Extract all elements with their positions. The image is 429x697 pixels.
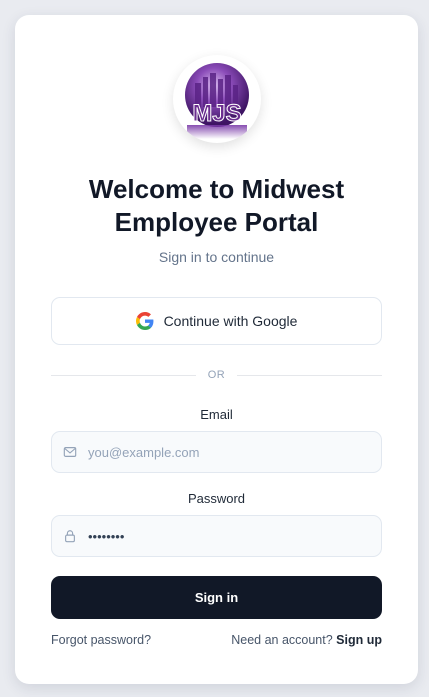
divider-line-right <box>237 374 382 376</box>
page-title: Welcome to Midwest Employee Portal <box>15 173 418 239</box>
google-signin-button[interactable]: Continue with Google <box>51 297 382 345</box>
or-divider: OR <box>51 367 382 383</box>
lock-icon <box>65 530 75 543</box>
signup-link[interactable]: Sign up <box>336 633 382 647</box>
divider-text: OR <box>207 369 226 381</box>
title-line-2: Employee Portal <box>114 207 319 237</box>
mail-icon <box>63 447 77 457</box>
password-label: Password <box>187 491 246 506</box>
logo-graphic: MJS <box>185 63 249 139</box>
email-label: Email <box>200 407 233 422</box>
forgot-password-link[interactable]: Forgot password? <box>51 633 151 647</box>
logo-text: MJS <box>192 100 241 127</box>
signup-prompt-text: Need an account? <box>231 633 333 647</box>
auth-footer: Forgot password? Need an account? Sign u… <box>51 631 382 649</box>
email-field-wrapper <box>51 431 382 473</box>
divider-line-left <box>51 374 196 376</box>
signin-button[interactable]: Sign in <box>51 576 382 619</box>
email-input[interactable] <box>88 432 373 472</box>
title-line-1: Welcome to Midwest <box>88 174 345 204</box>
page-subtitle: Sign in to continue <box>158 249 275 265</box>
google-signin-label: Continue with Google <box>163 313 298 329</box>
password-input[interactable] <box>88 516 373 556</box>
signup-prompt: Need an account? Sign up <box>231 633 382 647</box>
company-logo: MJS <box>173 55 261 143</box>
password-field-wrapper <box>51 515 382 557</box>
login-card: MJS Welcome to Midwest Employee Portal S… <box>15 15 418 684</box>
google-icon <box>135 312 153 330</box>
